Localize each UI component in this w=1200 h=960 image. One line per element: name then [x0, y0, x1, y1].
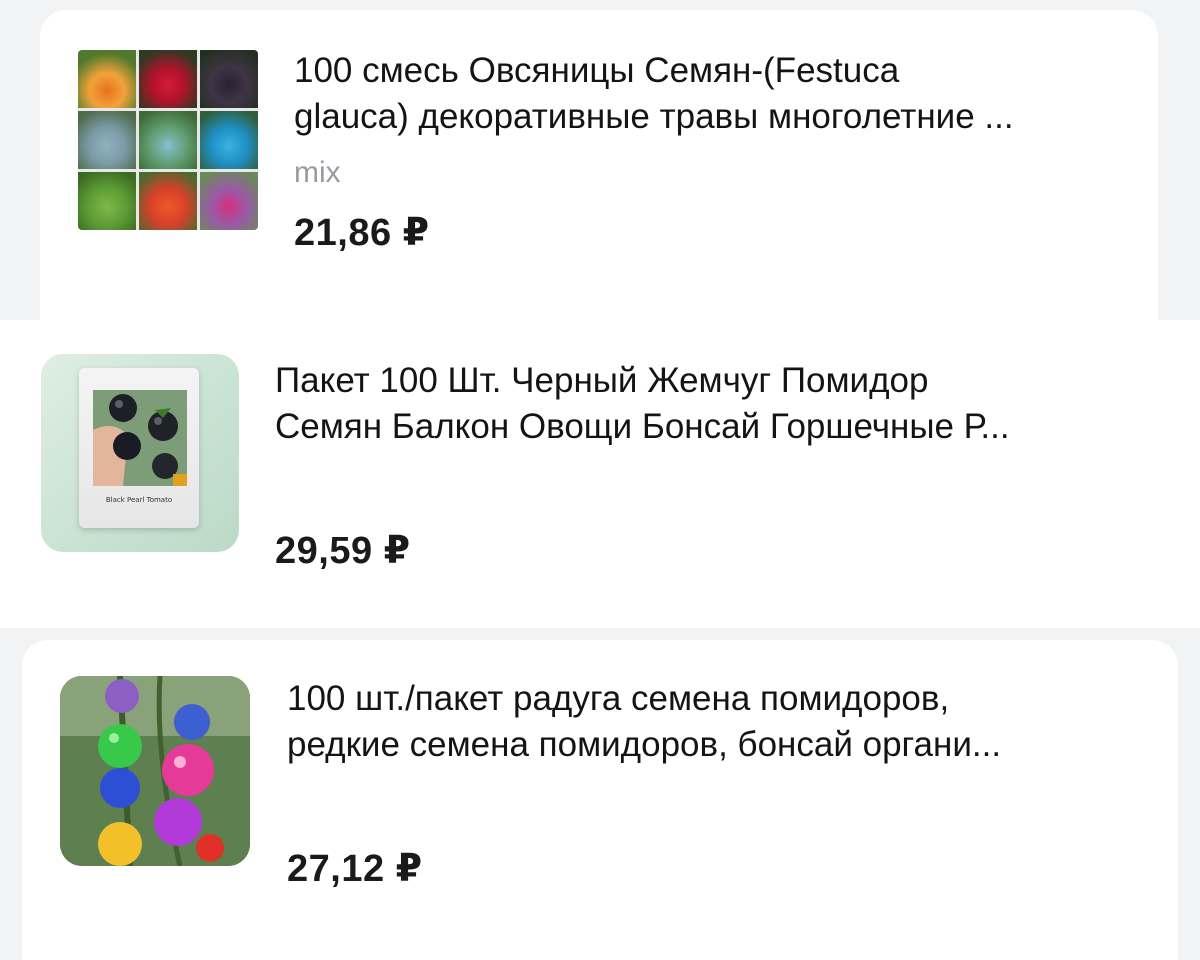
product-title-2-line2: Семян Балкон Овощи Бонсай Горшечные Р... — [275, 407, 1010, 446]
product-image-black-pearl-tomato[interactable]: Black Pearl Tomato — [41, 354, 239, 552]
product-price-3: 27,12 ₽ — [287, 848, 423, 890]
product-title-1-line2: glauca) декоративные травы многолетние .… — [294, 97, 1014, 136]
product-price-1: 21,86 ₽ — [294, 212, 430, 254]
product-title-1[interactable]: 100 смесь Овсяницы Семян-(Festuca glauca… — [294, 48, 1154, 140]
product-title-3-line1: 100 шт./пакет радуга семена помидоров, — [287, 679, 950, 718]
product-list: 100 смесь Овсяницы Семян-(Festuca glauca… — [0, 0, 1200, 960]
product-price-2: 29,59 ₽ — [275, 530, 411, 572]
product-title-2-line1: Пакет 100 Шт. Черный Жемчуг Помидор — [275, 361, 929, 400]
product-title-2[interactable]: Пакет 100 Шт. Черный Жемчуг Помидор Семя… — [275, 358, 1175, 450]
seed-packet-icon: Black Pearl Tomato — [79, 368, 199, 528]
packet-label: Black Pearl Tomato — [105, 496, 173, 504]
tomato-photo — [93, 390, 187, 486]
product-title-3[interactable]: 100 шт./пакет радуга семена помидоров, р… — [287, 676, 1167, 768]
product-variant-1: mix — [294, 156, 341, 189]
product-image-festuca[interactable] — [78, 50, 258, 230]
product-title-1-line1: 100 смесь Овсяницы Семян-(Festuca — [294, 51, 900, 90]
product-title-3-line2: редкие семена помидоров, бонсай органи..… — [287, 725, 1002, 764]
product-image-rainbow-tomato[interactable] — [60, 676, 250, 866]
